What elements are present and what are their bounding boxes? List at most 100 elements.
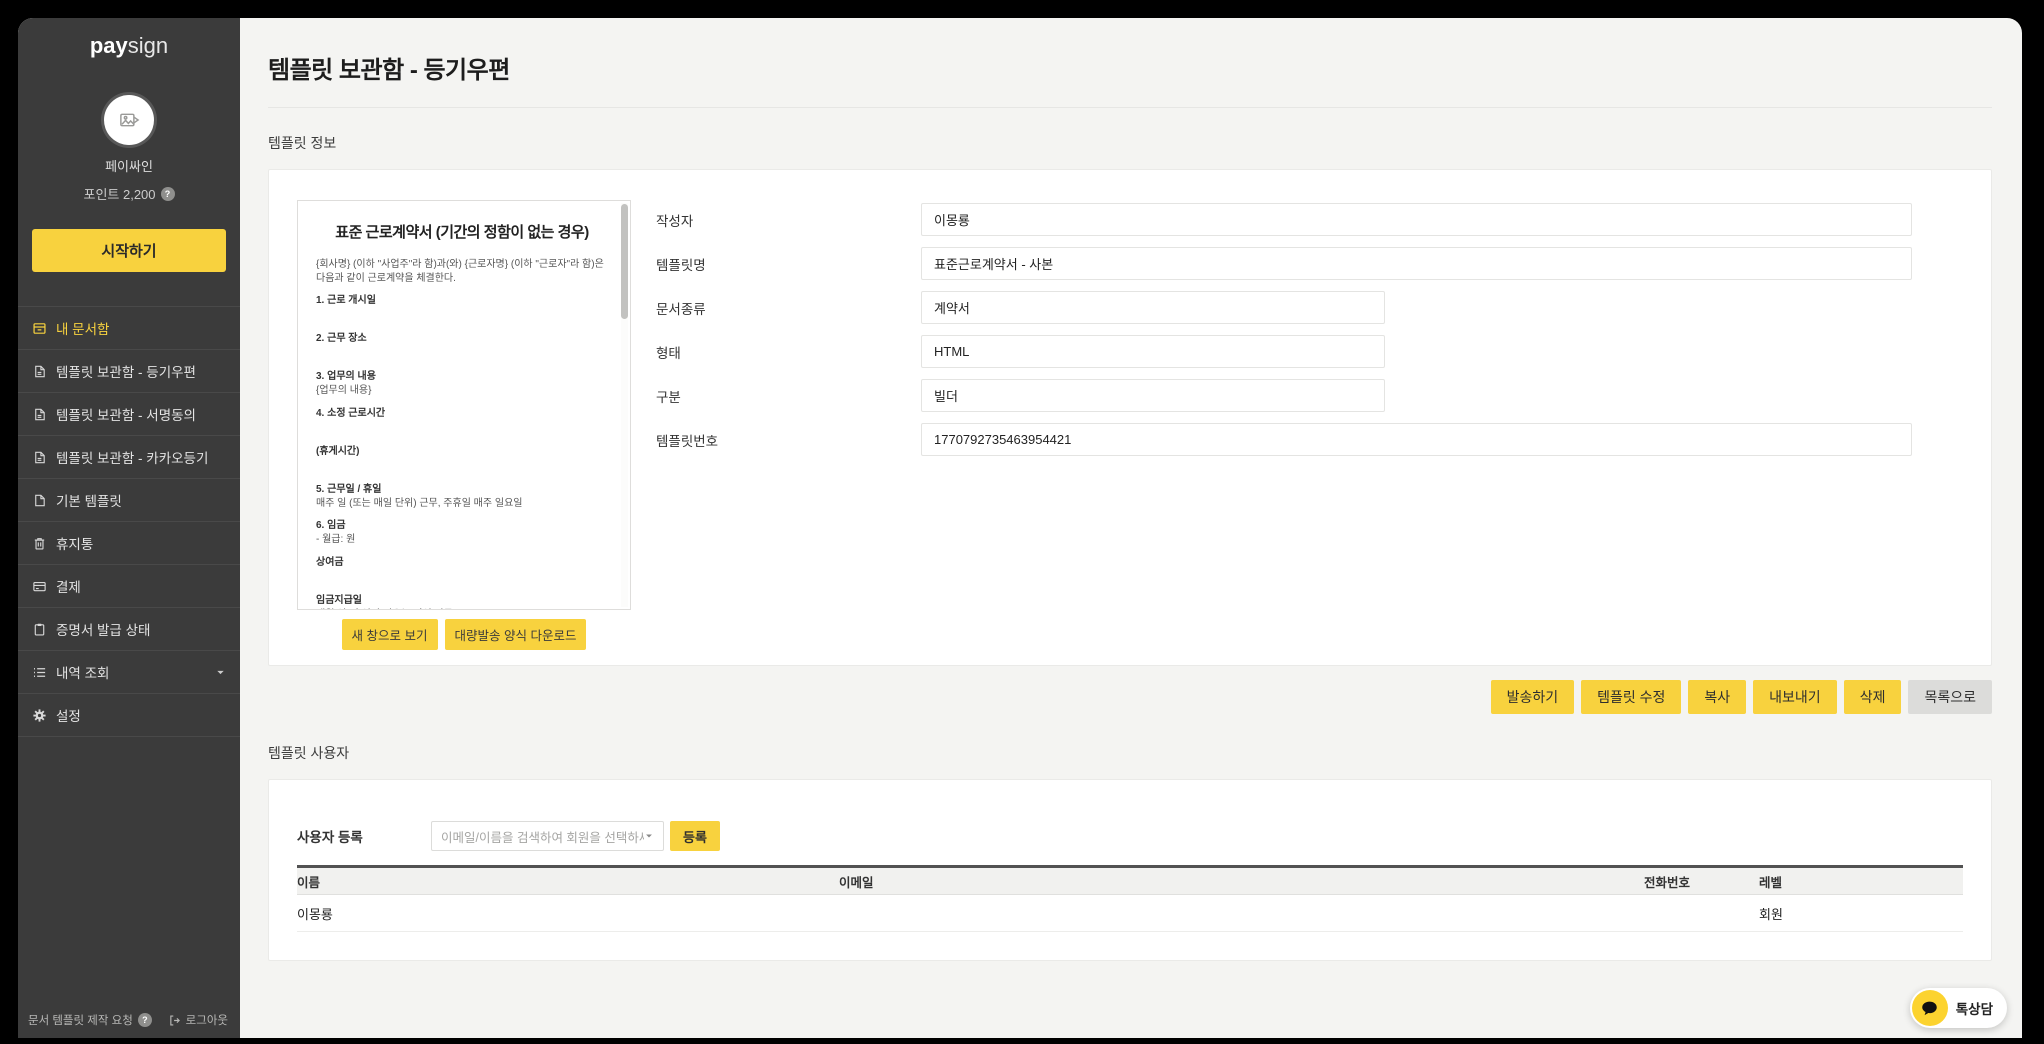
sidebar-item-trash[interactable]: 휴지통 — [18, 521, 240, 564]
sidebar-item-template-box-mail[interactable]: 템플릿 보관함 - 등기우편 — [18, 349, 240, 392]
template-actions: 발송하기 템플릿 수정 복사 내보내기 삭제 목록으로 — [268, 680, 1992, 714]
template-request-link[interactable]: 문서 템플릿 제작 요청 ? — [28, 1012, 152, 1028]
template-users-section-title: 템플릿 사용자 — [268, 743, 1992, 763]
template-file-icon — [32, 407, 47, 422]
sidebar-item-settings[interactable]: 설정 — [18, 693, 240, 736]
gear-icon — [32, 708, 47, 723]
clipboard-icon — [32, 622, 47, 637]
preview-scrollbar-thumb[interactable] — [621, 204, 628, 319]
profile-image-icon — [116, 107, 142, 133]
sidebar-item-label: 기본 템플릿 — [56, 490, 122, 510]
col-phone: 전화번호 — [1644, 872, 1759, 891]
preview-line: (휴게시간) — [316, 445, 608, 459]
sidebar-item-payment[interactable]: 결제 — [18, 564, 240, 607]
sidebar-item-history[interactable]: 내역 조회 — [18, 650, 240, 693]
copy-button[interactable]: 복사 — [1688, 680, 1746, 714]
doc-type-field[interactable] — [921, 291, 1385, 324]
preview-line: 1. 근로 개시일 — [316, 294, 608, 308]
col-email: 이메일 — [839, 872, 1644, 891]
sidebar-item-label: 설정 — [56, 705, 81, 725]
format-label: 형태 — [656, 342, 921, 362]
sidebar-footer: 문서 템플릿 제작 요청 ? 로그아웃 — [28, 1012, 228, 1028]
user-register-label: 사용자 등록 — [297, 826, 431, 846]
register-button[interactable]: 등록 — [670, 821, 720, 851]
start-button[interactable]: 시작하기 — [32, 229, 226, 272]
chat-consult-label: 톡상담 — [1956, 998, 1993, 1018]
sidebar-menu: 내 문서함 템플릿 보관함 - 등기우편 템플릿 보관함 - 서명동의 — [18, 306, 240, 737]
template-number-field[interactable] — [921, 423, 1912, 456]
sidebar-item-my-documents[interactable]: 내 문서함 — [18, 306, 240, 349]
screen: paysign 페이싸인 포인트 2,200 ? 시작하기 — [0, 0, 2044, 1044]
preview-line: 3. 업무의 내용 — [316, 370, 608, 384]
document-preview-column: 표준 근로계약서 (기간의 정함이 없는 경우) {회사명} (이하 "사업주"… — [297, 200, 631, 641]
user-level: 회원 — [1759, 904, 1963, 923]
sidebar-item-template-box-kakao[interactable]: 템플릿 보관함 - 카카오등기 — [18, 435, 240, 478]
sidebar-item-basic-template[interactable]: 기본 템플릿 — [18, 478, 240, 521]
request-help-icon[interactable]: ? — [138, 1013, 152, 1027]
preview-actions: 새 창으로 보기 대량발송 양식 다운로드 — [297, 619, 631, 650]
sidebar-item-template-box-sign[interactable]: 템플릿 보관함 - 서명동의 — [18, 392, 240, 435]
template-name-label: 템플릿명 — [656, 254, 921, 274]
app-window: paysign 페이싸인 포인트 2,200 ? 시작하기 — [18, 18, 2022, 1038]
edit-template-button[interactable]: 템플릿 수정 — [1581, 680, 1681, 714]
template-users-panel: 사용자 등록 이메일/이름을 검색하여 회원을 선택하세요. 등록 이름 이메일… — [268, 779, 1992, 961]
user-name: 이몽룡 — [297, 904, 839, 923]
field-row-author: 작성자 — [656, 203, 1963, 236]
bulk-send-download-button[interactable]: 대량발송 양식 다운로드 — [445, 619, 587, 650]
sidebar-item-label: 템플릿 보관함 - 등기우편 — [56, 361, 196, 381]
chevron-down-icon — [644, 831, 654, 841]
format-field[interactable] — [921, 335, 1385, 368]
sidebar-item-label: 휴지통 — [56, 533, 93, 553]
sidebar-item-label: 템플릿 보관함 - 서명동의 — [56, 404, 196, 424]
logo-bold: pay — [90, 33, 128, 58]
chevron-down-icon — [215, 667, 226, 678]
users-table: 이름 이메일 전화번호 레벨 이몽룡 회원 — [297, 865, 1963, 932]
member-search-select[interactable]: 이메일/이름을 검색하여 회원을 선택하세요. — [431, 821, 664, 851]
users-table-header: 이름 이메일 전화번호 레벨 — [297, 865, 1963, 895]
sidebar-item-label: 템플릿 보관함 - 카카오등기 — [56, 447, 208, 467]
field-row-template-number: 템플릿번호 — [656, 423, 1963, 456]
col-level: 레벨 — [1759, 872, 1963, 891]
sidebar-item-label: 내역 조회 — [56, 662, 109, 682]
paysign-logo: paysign — [18, 18, 240, 59]
points-help-icon[interactable]: ? — [161, 187, 175, 201]
preview-scrollbar[interactable] — [621, 203, 628, 607]
back-to-list-button[interactable]: 목록으로 — [1908, 680, 1992, 714]
template-name-field[interactable] — [921, 247, 1912, 280]
preview-line: {업무의 내용} — [316, 384, 608, 398]
trash-icon — [32, 536, 47, 551]
main-content: 템플릿 보관함 - 등기우편 템플릿 정보 표준 근로계약서 (기간의 정함이 … — [240, 18, 2022, 1038]
export-button[interactable]: 내보내기 — [1753, 680, 1837, 714]
template-info-panel: 표준 근로계약서 (기간의 정함이 없는 경우) {회사명} (이하 "사업주"… — [268, 169, 1992, 666]
title-divider — [268, 107, 1992, 108]
logo-light: sign — [128, 33, 168, 58]
sidebar-item-label: 내 문서함 — [56, 318, 109, 338]
template-file-icon — [32, 364, 47, 379]
table-row: 이몽룡 회원 — [297, 895, 1963, 932]
field-row-doc-type: 문서종류 — [656, 291, 1963, 324]
category-field[interactable] — [921, 379, 1385, 412]
template-file-icon — [32, 450, 47, 465]
send-button[interactable]: 발송하기 — [1491, 680, 1575, 714]
category-label: 구분 — [656, 386, 921, 406]
delete-button[interactable]: 삭제 — [1844, 680, 1902, 714]
preview-line: 2. 근무 장소 — [316, 332, 608, 346]
open-new-window-button[interactable]: 새 창으로 보기 — [342, 619, 438, 650]
preview-line: 4. 소정 근로시간 — [316, 407, 608, 421]
preview-line: 임금지급일 — [316, 594, 608, 608]
template-info-form: 작성자 템플릿명 문서종류 형태 — [631, 200, 1963, 641]
file-icon — [32, 493, 47, 508]
kakao-chat-icon — [1912, 990, 1948, 1026]
field-row-template-name: 템플릿명 — [656, 247, 1963, 280]
template-info-section-title: 템플릿 정보 — [268, 133, 1992, 153]
sidebar-item-certificate-status[interactable]: 증명서 발급 상태 — [18, 607, 240, 650]
preview-line: 매주 일 (또는 매일 단위) 근무, 주휴일 매주 일요일 — [316, 497, 608, 511]
sidebar-item-label: 결제 — [56, 576, 81, 596]
preview-line: 상여금 — [316, 556, 608, 570]
logout-link[interactable]: 로그아웃 — [168, 1012, 228, 1028]
doc-type-label: 문서종류 — [656, 298, 921, 318]
author-field[interactable] — [921, 203, 1912, 236]
preview-line: 6. 임금 — [316, 519, 608, 533]
chat-consult-button[interactable]: 톡상담 — [1910, 988, 2007, 1028]
author-label: 작성자 — [656, 210, 921, 230]
